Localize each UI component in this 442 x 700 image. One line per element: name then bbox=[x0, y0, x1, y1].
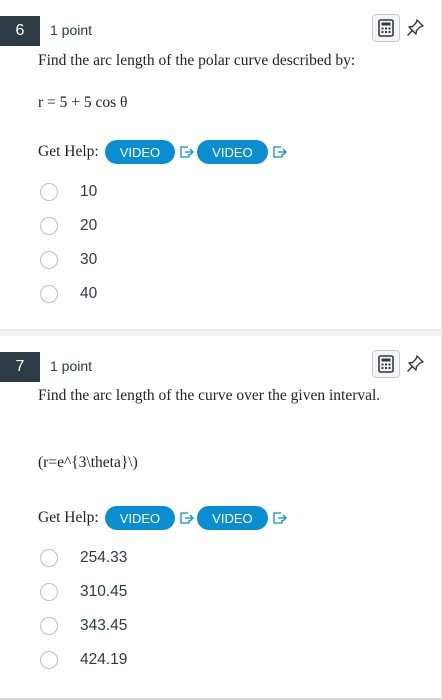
answer-option[interactable]: 310.45 bbox=[40, 583, 127, 601]
radio-button[interactable] bbox=[40, 217, 58, 235]
radio-button[interactable] bbox=[40, 285, 58, 303]
answer-option[interactable]: 10 bbox=[40, 183, 97, 201]
question-equation: r = 5 + 5 cos θ bbox=[38, 94, 128, 111]
calculator-button[interactable] bbox=[372, 14, 400, 42]
answer-option[interactable]: 424.19 bbox=[40, 651, 127, 669]
video-button[interactable]: VIDEO bbox=[104, 506, 176, 530]
answer-label[interactable]: 30 bbox=[80, 251, 97, 269]
get-help-row: Get Help: VIDEO VIDEO bbox=[38, 506, 290, 530]
calculator-icon bbox=[378, 19, 394, 37]
answer-label[interactable]: 40 bbox=[80, 285, 97, 303]
external-link-icon[interactable] bbox=[272, 145, 288, 159]
answer-label[interactable]: 310.45 bbox=[80, 583, 127, 601]
answer-label[interactable]: 10 bbox=[80, 183, 97, 201]
question-6: 6 1 point Find the arc length of the pol… bbox=[0, 0, 442, 329]
question-points: 1 point bbox=[50, 22, 93, 38]
answer-option[interactable]: 254.33 bbox=[40, 549, 127, 567]
get-help-row: Get Help: VIDEO VIDEO bbox=[38, 140, 290, 164]
answer-label[interactable]: 254.33 bbox=[80, 549, 127, 567]
question-number: 7 bbox=[0, 352, 40, 382]
video-button[interactable]: VIDEO bbox=[197, 140, 268, 164]
answer-label[interactable]: 424.19 bbox=[80, 651, 127, 669]
video-button[interactable]: VIDEO bbox=[197, 506, 268, 530]
external-link-icon[interactable] bbox=[272, 511, 288, 525]
radio-button[interactable] bbox=[40, 549, 58, 567]
question-points: 1 point bbox=[50, 358, 93, 374]
get-help-label: Get Help: bbox=[38, 509, 99, 526]
pin-button[interactable] bbox=[404, 17, 426, 39]
video-button[interactable]: VIDEO bbox=[104, 140, 176, 164]
answer-option[interactable]: 40 bbox=[40, 285, 97, 303]
answer-option[interactable]: 30 bbox=[40, 251, 97, 269]
question-7: 7 1 point Find the arc length of the cur… bbox=[0, 336, 442, 700]
answer-label[interactable]: 343.45 bbox=[80, 617, 127, 635]
get-help-label: Get Help: bbox=[38, 143, 99, 160]
pin-button[interactable] bbox=[404, 353, 426, 375]
radio-button[interactable] bbox=[40, 251, 58, 269]
question-prompt: Find the arc length of the polar curve d… bbox=[38, 52, 356, 69]
question-prompt: Find the arc length of the curve over th… bbox=[38, 387, 381, 404]
answer-option[interactable]: 20 bbox=[40, 217, 97, 235]
radio-button[interactable] bbox=[40, 583, 58, 601]
external-link-icon[interactable] bbox=[179, 145, 195, 159]
radio-button[interactable] bbox=[40, 651, 58, 669]
question-equation: (r=e^{3\theta}\) bbox=[38, 454, 138, 471]
answer-option[interactable]: 343.45 bbox=[40, 617, 127, 635]
answer-label[interactable]: 20 bbox=[80, 217, 97, 235]
calculator-icon bbox=[378, 355, 394, 373]
radio-button[interactable] bbox=[40, 183, 58, 201]
calculator-button[interactable] bbox=[372, 350, 400, 378]
pin-icon bbox=[407, 19, 424, 36]
pin-icon bbox=[407, 355, 424, 372]
radio-button[interactable] bbox=[40, 617, 58, 635]
question-number: 6 bbox=[0, 16, 40, 46]
external-link-icon[interactable] bbox=[179, 511, 195, 525]
